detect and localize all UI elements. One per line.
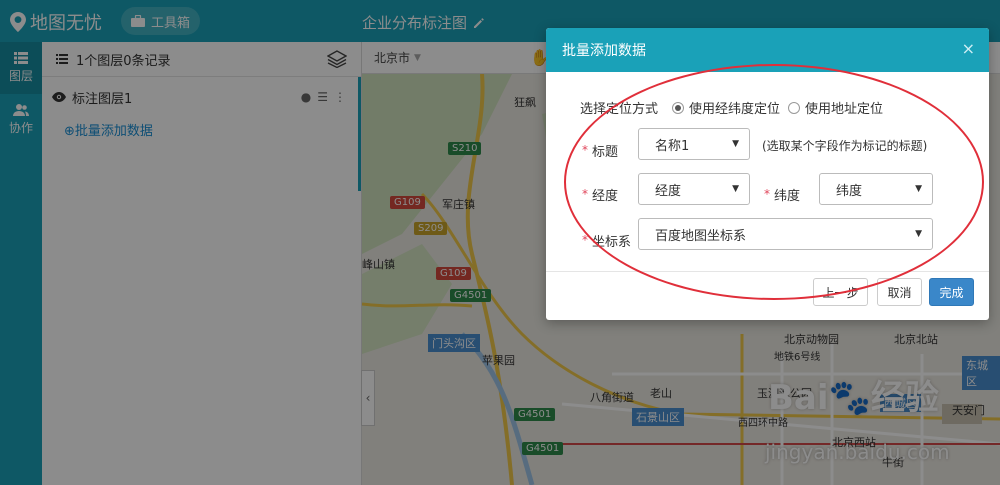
lng-field-select[interactable]: 经度 ▼ xyxy=(638,173,750,205)
radio-latlng[interactable] xyxy=(672,101,685,114)
locate-method-row: 选择定位方式 使用经纬度定位 使用地址定位 xyxy=(580,98,883,117)
close-icon[interactable]: × xyxy=(962,39,975,58)
caret-down-icon: ▼ xyxy=(915,229,922,239)
locate-method-label: 选择定位方式 xyxy=(580,102,659,117)
crs-field-label: 坐标系 xyxy=(592,234,632,250)
title-field-label: 标题 xyxy=(592,144,619,160)
radio-latlng-label[interactable]: 使用经纬度定位 xyxy=(689,98,780,117)
dialog-body: 选择定位方式 使用经纬度定位 使用地址定位 * 标题 名称1 ▼ (选取某个字段… xyxy=(546,72,989,272)
lat-field-select[interactable]: 纬度 ▼ xyxy=(819,173,933,205)
title-field-value: 名称1 xyxy=(655,138,690,154)
radio-address[interactable] xyxy=(788,101,801,114)
lng-field-label: 经度 xyxy=(592,188,619,204)
lat-field-value: 纬度 xyxy=(836,183,863,199)
dialog-title: 批量添加数据 xyxy=(562,43,646,59)
title-field-hint: (选取某个字段作为标记的标题) xyxy=(762,139,928,153)
lat-field-label-row: * 纬度 xyxy=(764,178,800,210)
done-button[interactable]: 完成 xyxy=(929,278,974,306)
required-marker: * xyxy=(764,187,770,201)
caret-down-icon: ▼ xyxy=(732,184,739,194)
prev-step-button[interactable]: 上一步 xyxy=(813,278,868,306)
required-marker: * xyxy=(582,143,588,157)
radio-address-label[interactable]: 使用地址定位 xyxy=(805,98,883,117)
cancel-button[interactable]: 取消 xyxy=(877,278,922,306)
title-field-select[interactable]: 名称1 ▼ xyxy=(638,128,750,160)
lat-field-label: 纬度 xyxy=(774,188,801,204)
caret-down-icon: ▼ xyxy=(732,139,739,149)
required-marker: * xyxy=(582,233,588,247)
caret-down-icon: ▼ xyxy=(915,184,922,194)
crs-field-label-row: * 坐标系 xyxy=(582,224,631,256)
required-marker: * xyxy=(582,187,588,201)
crs-field-value: 百度地图坐标系 xyxy=(655,228,747,244)
dialog-header: 批量添加数据 × xyxy=(546,28,989,72)
crs-field-select[interactable]: 百度地图坐标系 ▼ xyxy=(638,218,933,250)
dialog-footer: 上一步 取消 完成 xyxy=(546,272,989,320)
batch-add-dialog: 批量添加数据 × 选择定位方式 使用经纬度定位 使用地址定位 * 标题 名称1 … xyxy=(546,28,989,320)
lng-field-value: 经度 xyxy=(655,183,682,199)
lng-field-label-row: * 经度 xyxy=(582,178,618,210)
title-field-label-row: * 标题 xyxy=(582,134,618,166)
